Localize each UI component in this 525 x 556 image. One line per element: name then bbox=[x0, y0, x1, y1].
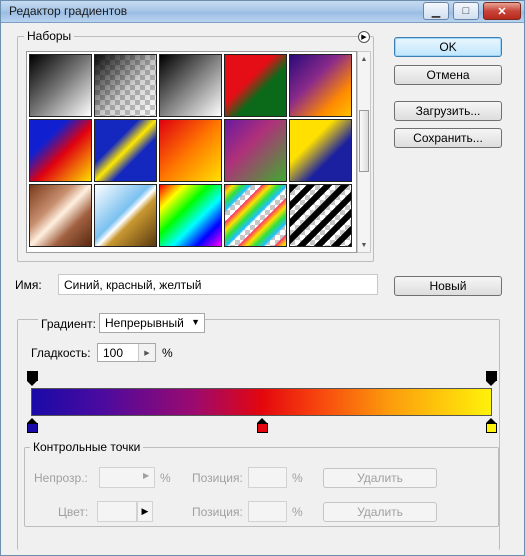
gradient-preset-swatch[interactable] bbox=[159, 119, 222, 182]
color-position-input[interactable] bbox=[248, 501, 287, 522]
gradient-preset-swatch[interactable] bbox=[29, 184, 92, 247]
smoothness-label: Гладкость: bbox=[31, 346, 91, 360]
gradient-preset-swatch[interactable] bbox=[289, 184, 352, 247]
opacity-position-unit: % bbox=[292, 471, 303, 485]
scroll-up-icon[interactable]: ▲ bbox=[358, 52, 370, 66]
opacity-position-input[interactable] bbox=[248, 467, 287, 488]
minimize-icon: ▁ bbox=[431, 5, 441, 18]
scroll-down-icon[interactable]: ▼ bbox=[358, 238, 370, 252]
gradient-preset-swatch[interactable] bbox=[159, 54, 222, 117]
title-bar[interactable]: Редактор градиентов ▁ □ ✕ bbox=[1, 1, 524, 23]
name-label: Имя: bbox=[15, 278, 42, 292]
smoothness-stepper-icon[interactable]: ▶ bbox=[138, 344, 155, 361]
gradient-preview-bar[interactable] bbox=[31, 388, 492, 416]
gradient-preset-swatch[interactable] bbox=[289, 54, 352, 117]
opacity-position-label: Позиция: bbox=[192, 471, 243, 485]
dialog-body: Наборы ▶ ▲ ▼ OK Отмена Загрузить... Сохр… bbox=[7, 28, 518, 550]
gradient-type-label: Градиент: bbox=[38, 317, 100, 331]
control-points-label: Контрольные точки bbox=[30, 440, 144, 454]
gradient-type-select[interactable]: Непрерывный ▼ bbox=[99, 313, 205, 333]
opacity-stepper-icon[interactable]: ▶ bbox=[143, 471, 149, 480]
save-button[interactable]: Сохранить... bbox=[394, 128, 502, 148]
swatch-grid bbox=[29, 54, 352, 247]
color-stop-yellow[interactable] bbox=[486, 418, 497, 433]
minimize-button[interactable]: ▁ bbox=[423, 2, 449, 20]
smoothness-unit: % bbox=[162, 346, 173, 360]
gradient-preset-swatch[interactable] bbox=[29, 54, 92, 117]
presets-swatch-area bbox=[26, 51, 357, 253]
gradient-preset-swatch[interactable] bbox=[224, 184, 287, 247]
gradient-editor-window: Редактор градиентов ▁ □ ✕ Наборы ▶ ▲ ▼ O… bbox=[0, 0, 525, 556]
color-position-unit: % bbox=[292, 505, 303, 519]
opacity-stop-left[interactable] bbox=[27, 371, 38, 386]
gradient-preset-swatch[interactable] bbox=[289, 119, 352, 182]
opacity-label: Непрозр.: bbox=[34, 471, 88, 485]
delete-opacity-button[interactable]: Удалить bbox=[323, 468, 437, 488]
presets-menu-icon[interactable]: ▶ bbox=[358, 31, 370, 43]
color-stop-blue[interactable] bbox=[27, 418, 38, 433]
gradient-preset-swatch[interactable] bbox=[159, 184, 222, 247]
close-icon: ✕ bbox=[497, 5, 507, 18]
scroll-thumb[interactable] bbox=[359, 110, 369, 172]
presets-group: Наборы ▶ ▲ ▼ bbox=[17, 29, 374, 262]
delete-color-button[interactable]: Удалить bbox=[323, 502, 437, 522]
gradient-preset-swatch[interactable] bbox=[29, 119, 92, 182]
maximize-icon: □ bbox=[462, 5, 470, 17]
gradient-preset-swatch[interactable] bbox=[94, 184, 157, 247]
color-swatch[interactable] bbox=[97, 501, 137, 522]
presets-scrollbar[interactable]: ▲ ▼ bbox=[357, 51, 371, 253]
name-input[interactable]: Синий, красный, желтый bbox=[58, 274, 378, 295]
close-button[interactable]: ✕ bbox=[483, 2, 521, 20]
color-position-label: Позиция: bbox=[192, 505, 243, 519]
maximize-button[interactable]: □ bbox=[453, 2, 479, 20]
window-title: Редактор градиентов bbox=[9, 4, 128, 18]
opacity-stop-right[interactable] bbox=[486, 371, 497, 386]
gradient-type-value: Непрерывный bbox=[105, 316, 184, 330]
opacity-unit: % bbox=[160, 471, 171, 485]
presets-label: Наборы bbox=[24, 29, 75, 43]
gradient-preset-swatch[interactable] bbox=[94, 119, 157, 182]
color-stop-red[interactable] bbox=[257, 418, 268, 433]
cancel-button[interactable]: Отмена bbox=[394, 65, 502, 85]
gradient-preset-swatch[interactable] bbox=[94, 54, 157, 117]
gradient-preset-swatch[interactable] bbox=[224, 54, 287, 117]
load-button[interactable]: Загрузить... bbox=[394, 101, 502, 121]
color-label: Цвет: bbox=[58, 505, 89, 519]
color-menu-icon[interactable]: ▶ bbox=[137, 501, 153, 522]
ok-button[interactable]: OK bbox=[394, 37, 502, 57]
chevron-down-icon: ▼ bbox=[191, 317, 200, 327]
gradient-preset-swatch[interactable] bbox=[224, 119, 287, 182]
new-button[interactable]: Новый bbox=[394, 276, 502, 296]
